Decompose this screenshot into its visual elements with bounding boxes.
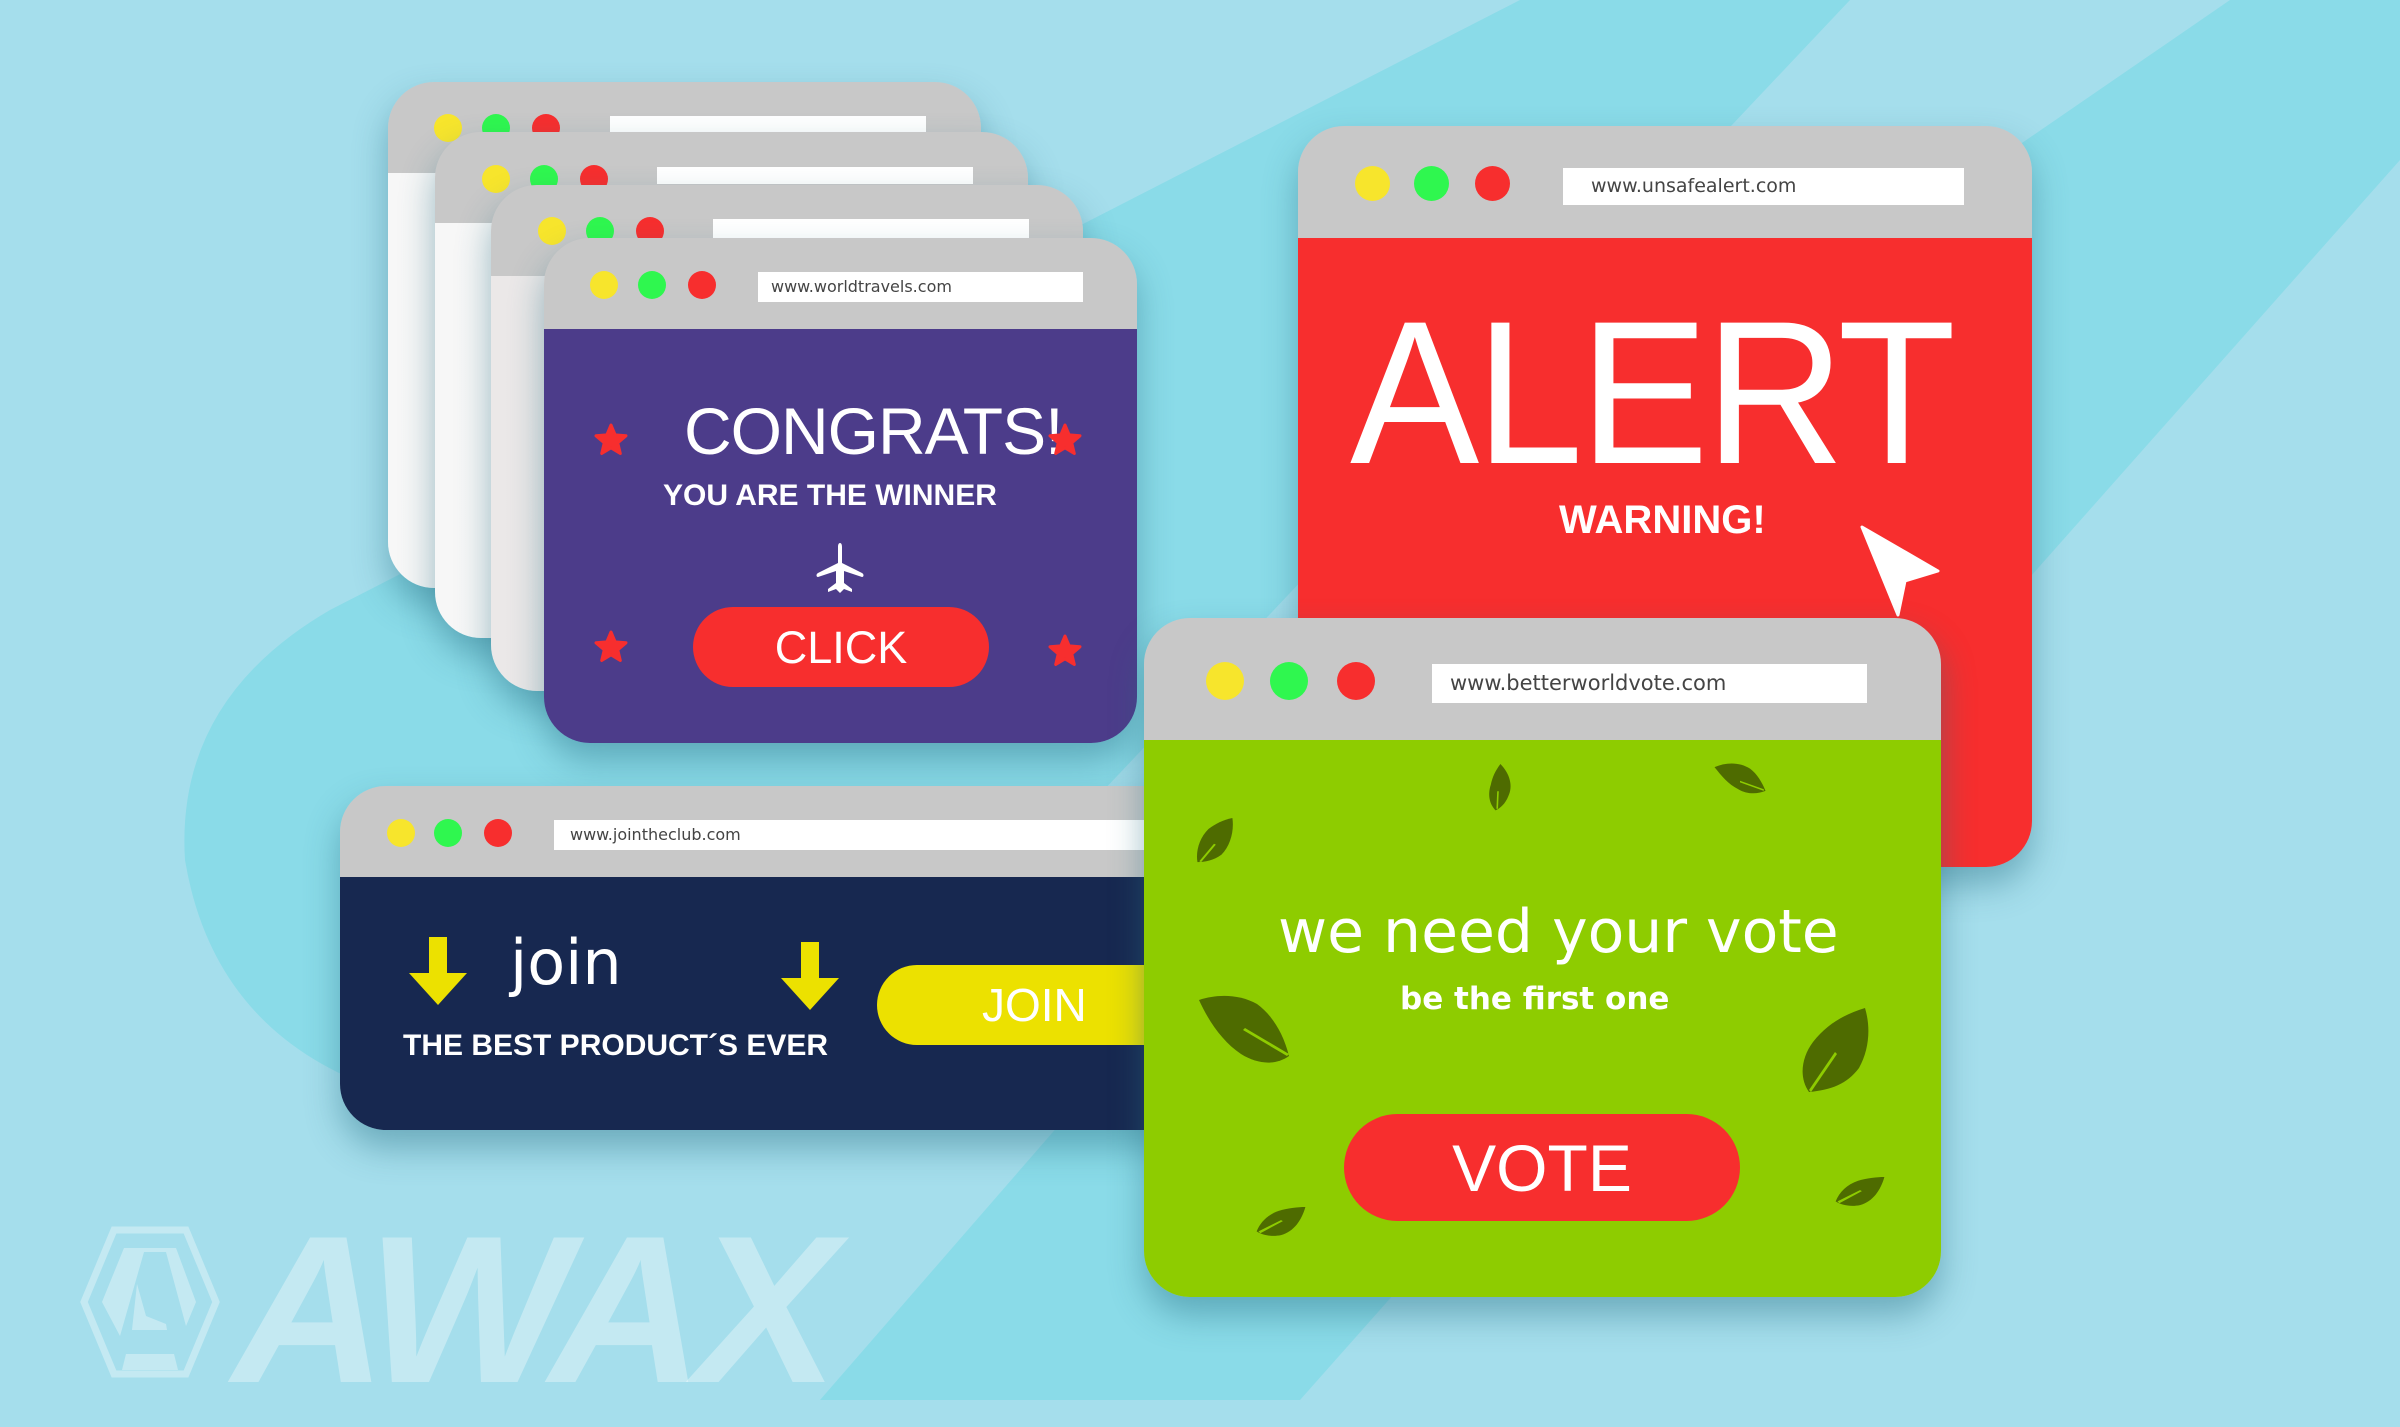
leaf-icon bbox=[1256, 1207, 1306, 1236]
leaf-icon bbox=[1196, 818, 1233, 863]
join-button-label: JOIN bbox=[982, 979, 1087, 1031]
awax-logo-wordmark: AWAX bbox=[232, 1192, 838, 1427]
arrow-down-icon bbox=[409, 937, 467, 1005]
window-body: CONGRATS! YOU ARE THE WINNER CLICK bbox=[544, 329, 1137, 743]
minimize-dot[interactable] bbox=[387, 819, 415, 847]
vote-button[interactable]: VOTE bbox=[1344, 1114, 1740, 1221]
star-icon bbox=[594, 630, 628, 662]
star-icon bbox=[594, 423, 628, 455]
vote-headline: we need your vote bbox=[1278, 897, 1839, 967]
congrats-headline: CONGRATS! bbox=[684, 394, 1063, 468]
join-headline: join bbox=[510, 926, 622, 999]
window-header: www.jointheclub.com bbox=[340, 786, 1200, 877]
url-bar[interactable]: www.jointheclub.com bbox=[554, 820, 1174, 850]
close-dot[interactable] bbox=[1475, 166, 1510, 201]
maximize-dot[interactable] bbox=[434, 819, 462, 847]
window-header: www.worldtravels.com bbox=[544, 238, 1137, 329]
minimize-dot[interactable] bbox=[1206, 662, 1244, 700]
url-bar[interactable]: www.betterworldvote.com bbox=[1432, 664, 1867, 703]
join-popup-window[interactable]: www.jointheclub.com join THE BEST PRODUC… bbox=[340, 786, 1200, 1130]
window-header: www.betterworldvote.com bbox=[1144, 618, 1941, 740]
leaf-icon bbox=[1714, 763, 1766, 794]
vote-popup-window[interactable]: www.betterworldvote.com we need your vot… bbox=[1144, 618, 1941, 1297]
leaf-icon bbox=[1835, 1177, 1885, 1206]
star-icon bbox=[1048, 423, 1082, 455]
url-bar[interactable] bbox=[713, 219, 1029, 238]
star-icon bbox=[1048, 634, 1082, 666]
leaf-icon bbox=[1802, 1008, 1869, 1092]
window-body: we need your vote be the first one VOTE bbox=[1144, 740, 1941, 1297]
minimize-dot[interactable] bbox=[1355, 166, 1390, 201]
click-button-label: CLICK bbox=[774, 621, 908, 673]
window-header: www.unsafealert.com bbox=[1298, 126, 2032, 238]
url-bar[interactable]: www.worldtravels.com bbox=[758, 272, 1083, 302]
click-button[interactable]: CLICK bbox=[693, 607, 989, 687]
airplane-icon bbox=[816, 543, 864, 593]
best-product-subheadline: THE BEST PRODUCT´S EVER bbox=[403, 1029, 829, 1062]
mouse-cursor-icon bbox=[1860, 525, 1940, 617]
url-bar[interactable] bbox=[610, 116, 926, 132]
url-bar[interactable]: www.unsafealert.com bbox=[1563, 168, 1964, 205]
close-dot[interactable] bbox=[484, 819, 512, 847]
leaf-icon bbox=[1199, 995, 1289, 1063]
minimize-dot[interactable] bbox=[590, 271, 618, 299]
vote-subheadline: be the first one bbox=[1400, 981, 1670, 1017]
arrow-down-icon bbox=[781, 942, 839, 1010]
congrats-popup-window[interactable]: www.worldtravels.com CONGRATS! YOU ARE T… bbox=[544, 238, 1137, 743]
maximize-dot[interactable] bbox=[1414, 166, 1449, 201]
window-body: join THE BEST PRODUCT´S EVER JOIN bbox=[340, 877, 1200, 1130]
awax-hexagon-logo-icon bbox=[80, 1226, 220, 1378]
leaf-icon bbox=[1489, 764, 1511, 811]
close-dot[interactable] bbox=[1337, 662, 1375, 700]
vote-button-label: VOTE bbox=[1452, 1130, 1632, 1205]
winner-subheadline: YOU ARE THE WINNER bbox=[663, 479, 997, 512]
url-bar[interactable] bbox=[657, 167, 973, 184]
alert-headline: ALERT bbox=[1350, 279, 1956, 507]
warning-subheadline: WARNING! bbox=[1559, 498, 1766, 542]
maximize-dot[interactable] bbox=[1270, 662, 1308, 700]
close-dot[interactable] bbox=[688, 271, 716, 299]
maximize-dot[interactable] bbox=[638, 271, 666, 299]
